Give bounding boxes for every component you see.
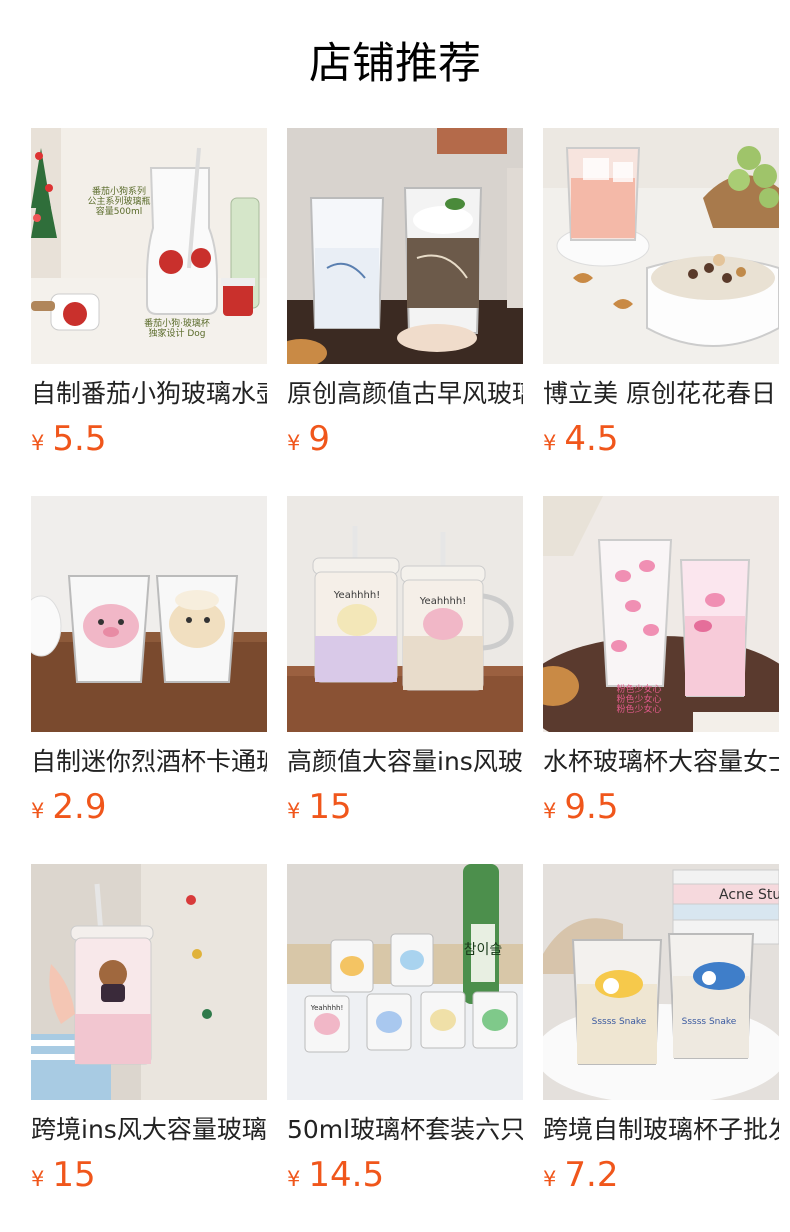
price-value: 5.5	[52, 419, 107, 459]
image-caption: 番茄小狗·玻璃杯	[144, 317, 210, 329]
product-name[interactable]: 50ml玻璃杯套装六只	[287, 1113, 523, 1147]
product-price: ¥5.5	[31, 417, 267, 461]
product-image[interactable]: Yeahhhh! Yeahhhh!	[287, 496, 523, 732]
page-title: 店铺推荐	[309, 39, 481, 89]
currency-symbol: ¥	[543, 431, 557, 455]
price-value: 7.2	[564, 1155, 619, 1195]
product-photo-icon: 참이슬 Yeahhhh!	[287, 864, 523, 1100]
product-card[interactable]: 粉色少女心 粉色少女心 粉色少女心 水杯玻璃杯大容量女士 ¥9.5	[543, 496, 779, 864]
product-card[interactable]: Yeahhhh! Yeahhhh! 高颜值大容量ins风玻璃 ¥15	[287, 496, 523, 864]
image-caption: Yeahhhh!	[419, 596, 466, 607]
currency-symbol: ¥	[543, 1167, 557, 1191]
product-name[interactable]: 跨境ins风大容量玻璃杯	[31, 1113, 267, 1147]
product-photo-icon	[31, 864, 267, 1100]
currency-symbol: ¥	[287, 799, 301, 823]
product-image[interactable]	[31, 864, 267, 1100]
image-caption: 참이슬	[464, 942, 503, 958]
price-value: 15	[308, 787, 352, 827]
image-caption: Acne Stu	[719, 887, 779, 903]
product-image[interactable]: Acne Stu Sssss Snake Sssss Snake	[543, 864, 779, 1100]
image-caption: 粉色少女心	[616, 683, 661, 695]
image-caption: Yeahhhh!	[310, 1004, 344, 1012]
product-card[interactable]: 原创高颜值古早风玻璃杯 ¥9	[287, 128, 523, 496]
product-price: ¥15	[287, 785, 523, 829]
product-name[interactable]: 水杯玻璃杯大容量女士	[543, 745, 779, 779]
price-value: 9.5	[564, 787, 619, 827]
product-photo-icon: Acne Stu Sssss Snake Sssss Snake	[543, 864, 779, 1100]
product-photo-icon	[31, 496, 267, 732]
image-caption: Sssss Snake	[682, 1017, 737, 1027]
product-photo-icon	[543, 128, 779, 364]
product-price: ¥15	[31, 1153, 267, 1197]
product-name[interactable]: 高颜值大容量ins风玻璃	[287, 745, 523, 779]
currency-symbol: ¥	[31, 1167, 45, 1191]
image-caption: 粉色少女心	[616, 693, 661, 705]
image-caption: 粉色少女心	[616, 703, 661, 715]
product-grid: 番茄小狗系列 公主系列玻璃瓶 容量500ml 番茄小狗·玻璃杯 独家设计 Dog…	[31, 128, 779, 1232]
image-caption: 独家设计 Dog	[148, 327, 205, 339]
currency-symbol: ¥	[31, 799, 45, 823]
product-photo-icon: Yeahhhh! Yeahhhh!	[287, 496, 523, 732]
product-card[interactable]: 自制迷你烈酒杯卡通玻璃 ¥2.9	[31, 496, 267, 864]
product-price: ¥9.5	[543, 785, 779, 829]
product-card[interactable]: 跨境ins风大容量玻璃杯 ¥15	[31, 864, 267, 1232]
image-caption: Yeahhhh!	[333, 590, 380, 601]
image-caption: 番茄小狗系列	[92, 185, 146, 197]
currency-symbol: ¥	[31, 431, 45, 455]
product-image[interactable]	[543, 128, 779, 364]
product-card[interactable]: 番茄小狗系列 公主系列玻璃瓶 容量500ml 番茄小狗·玻璃杯 独家设计 Dog…	[31, 128, 267, 496]
price-value: 2.9	[52, 787, 107, 827]
product-image[interactable]: 粉色少女心 粉色少女心 粉色少女心	[543, 496, 779, 732]
currency-symbol: ¥	[543, 799, 557, 823]
product-price: ¥14.5	[287, 1153, 523, 1197]
product-card[interactable]: Acne Stu Sssss Snake Sssss Snake 跨境自制玻璃杯…	[543, 864, 779, 1232]
product-photo-icon: 番茄小狗系列 公主系列玻璃瓶 容量500ml 番茄小狗·玻璃杯 独家设计 Dog	[31, 128, 267, 364]
product-price: ¥7.2	[543, 1153, 779, 1197]
image-caption: 容量500ml	[96, 205, 142, 217]
product-card[interactable]: 博立美 原创花花春日 ¥4.5	[543, 128, 779, 496]
product-name[interactable]: 自制番茄小狗玻璃水壶	[31, 377, 267, 411]
product-image[interactable]	[287, 128, 523, 364]
price-value: 15	[52, 1155, 96, 1195]
product-price: ¥9	[287, 417, 523, 461]
product-photo-icon	[287, 128, 523, 364]
product-card[interactable]: 참이슬 Yeahhhh! 50ml玻璃杯套装六只 ¥14.5	[287, 864, 523, 1232]
product-image[interactable]: 참이슬 Yeahhhh!	[287, 864, 523, 1100]
product-price: ¥4.5	[543, 417, 779, 461]
product-name[interactable]: 博立美 原创花花春日	[543, 377, 779, 411]
product-image[interactable]	[31, 496, 267, 732]
price-value: 14.5	[308, 1155, 385, 1195]
product-image[interactable]: 番茄小狗系列 公主系列玻璃瓶 容量500ml 番茄小狗·玻璃杯 独家设计 Dog	[31, 128, 267, 364]
product-name[interactable]: 自制迷你烈酒杯卡通玻璃	[31, 745, 267, 779]
image-caption: Sssss Snake	[592, 1017, 647, 1027]
currency-symbol: ¥	[287, 1167, 301, 1191]
product-photo-icon: 粉色少女心 粉色少女心 粉色少女心	[543, 496, 779, 732]
product-price: ¥2.9	[31, 785, 267, 829]
product-name[interactable]: 跨境自制玻璃杯子批发	[543, 1113, 779, 1147]
price-value: 9	[308, 419, 331, 459]
product-name[interactable]: 原创高颜值古早风玻璃杯	[287, 377, 523, 411]
currency-symbol: ¥	[287, 431, 301, 455]
price-value: 4.5	[564, 419, 619, 459]
image-caption: 公主系列玻璃瓶	[87, 195, 150, 207]
